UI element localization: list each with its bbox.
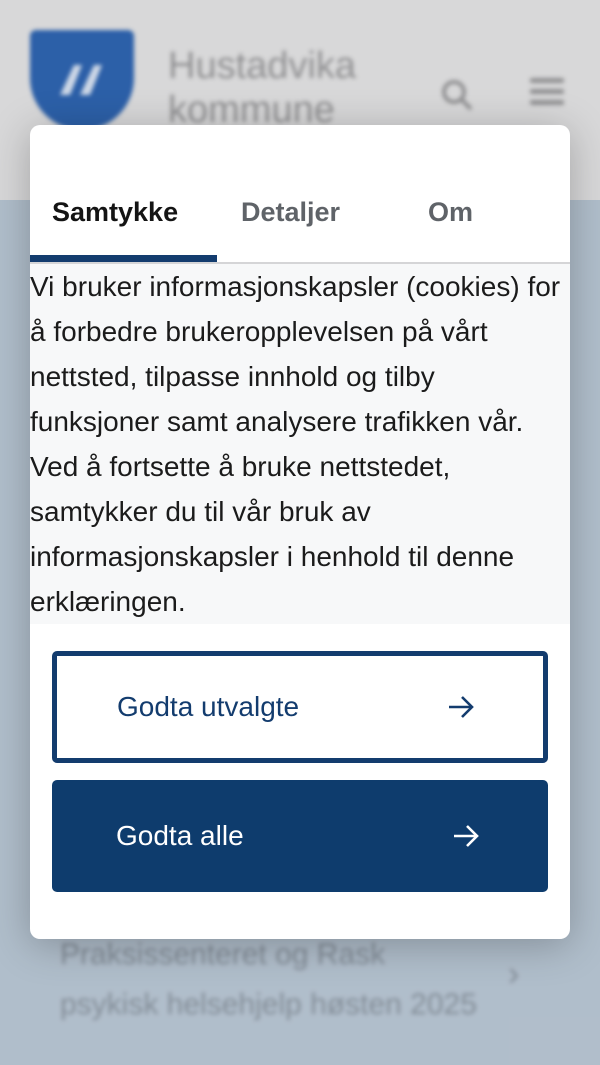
cookie-consent-dialog: Samtykke Detaljer Om Vi bruker informasj… — [30, 125, 570, 939]
dialog-tabs: Samtykke Detaljer Om — [30, 125, 570, 264]
arrow-right-icon — [454, 825, 479, 847]
tab-om[interactable]: Om — [428, 197, 473, 228]
accept-all-label: Godta alle — [116, 820, 244, 851]
accept-selected-button[interactable]: Godta utvalgte — [52, 651, 548, 763]
arrow-right-icon — [449, 696, 474, 718]
consent-description: Vi bruker informasjonskapsler (cookies) … — [30, 264, 570, 624]
active-tab-indicator — [30, 255, 217, 262]
accept-selected-label: Godta utvalgte — [117, 691, 300, 722]
accept-all-button[interactable]: Godta alle — [52, 780, 548, 892]
tab-samtykke[interactable]: Samtykke — [52, 197, 178, 228]
tab-detaljer[interactable]: Detaljer — [241, 197, 340, 228]
